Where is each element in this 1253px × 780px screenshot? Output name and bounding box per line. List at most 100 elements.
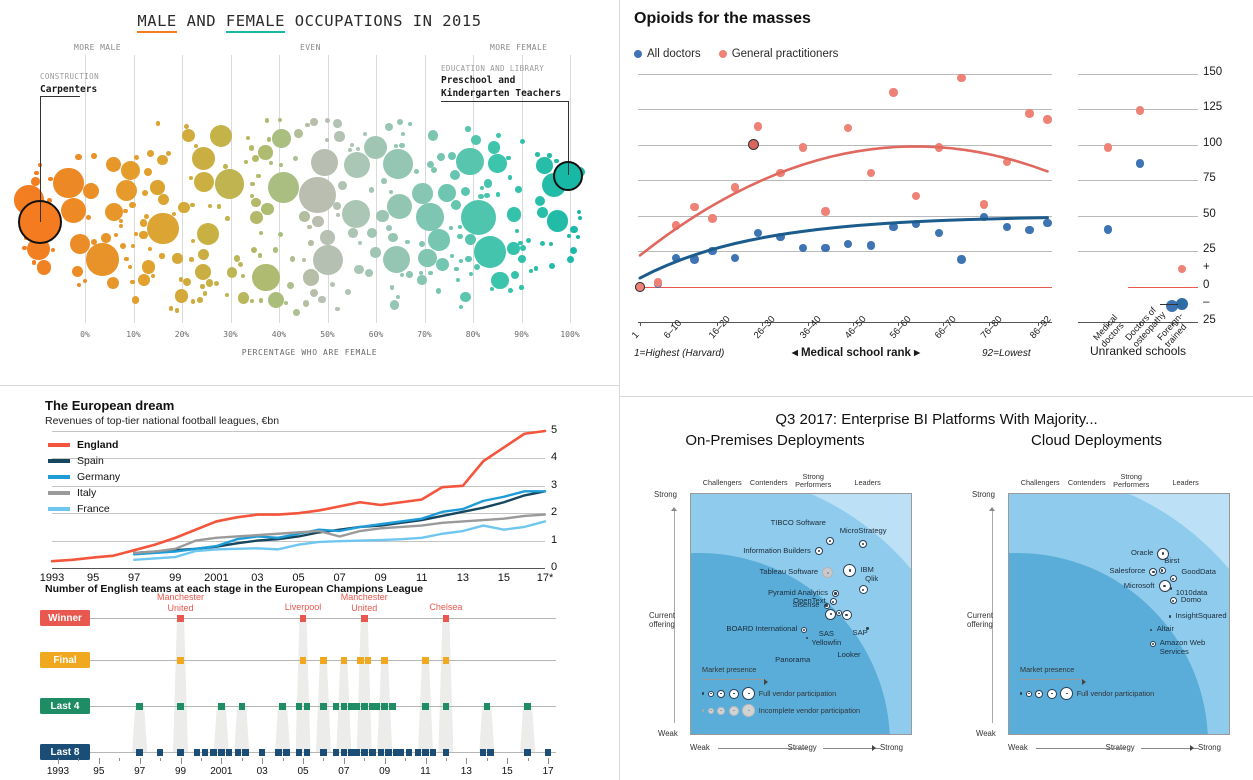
occupation-bubble bbox=[200, 284, 205, 289]
occupation-bubble bbox=[400, 272, 405, 277]
vendor-bubble[interactable] bbox=[831, 589, 839, 597]
legend-size-dot bbox=[702, 692, 705, 695]
x-tick-label: 50% bbox=[320, 330, 335, 339]
stage-x-label: 17 bbox=[542, 766, 554, 777]
point-gps bbox=[889, 88, 898, 97]
winner-team-label: Chelsea bbox=[429, 602, 463, 612]
occupation-bubble bbox=[510, 270, 520, 279]
stage-marker bbox=[201, 748, 209, 756]
occupation-bubble bbox=[312, 215, 324, 228]
grid-line bbox=[638, 251, 1052, 253]
occupation-bubble bbox=[376, 209, 389, 222]
point-all-doctors bbox=[672, 254, 681, 263]
x-tick-label: 36–40 bbox=[797, 314, 824, 341]
vendor-bubble[interactable] bbox=[1158, 566, 1166, 574]
vendor-bubble[interactable] bbox=[841, 610, 852, 621]
occupation-bubble bbox=[566, 256, 574, 264]
vendor-label: Domo bbox=[1180, 595, 1202, 605]
vendor-dot[interactable] bbox=[1169, 587, 1172, 590]
occupation-bubble bbox=[124, 256, 129, 261]
point-gps bbox=[934, 143, 943, 152]
occupation-bubble bbox=[419, 241, 425, 247]
occupation-bubble bbox=[578, 216, 583, 221]
vendor-bubble[interactable] bbox=[1158, 580, 1171, 593]
occupation-bubble bbox=[155, 121, 160, 126]
grid-line-right bbox=[1078, 144, 1198, 146]
occupation-bubble bbox=[310, 118, 318, 126]
vendor-label: Tableau Software bbox=[759, 567, 819, 577]
stage-x-tick bbox=[486, 758, 488, 761]
legend-size-label: Full vendor participation bbox=[758, 689, 837, 698]
progress-funnel bbox=[356, 618, 372, 752]
vendor-bubble[interactable] bbox=[823, 602, 830, 609]
progress-funnel bbox=[275, 706, 291, 752]
occupation-bubble bbox=[144, 168, 153, 176]
occupation-bubble bbox=[182, 129, 196, 143]
quadrant-cloud: Challengers Contenders Strong Performers Lea… bbox=[950, 471, 1240, 771]
bubble-chart-panel: MALE AND FEMALE OCCUPATIONS IN 2015 MORE… bbox=[0, 0, 619, 385]
vendor-label: GoodData bbox=[1181, 566, 1216, 576]
unranked-point-all-doctors bbox=[1135, 158, 1145, 168]
stage-x-label: 11 bbox=[420, 766, 431, 777]
occupation-bubble bbox=[396, 118, 403, 125]
vendor-bubble[interactable] bbox=[859, 539, 868, 548]
occupation-bubble bbox=[36, 260, 52, 275]
stage-marker bbox=[369, 748, 377, 756]
stage-marker bbox=[193, 748, 201, 756]
x-tick-label: 1 bbox=[629, 329, 642, 341]
x-tick-label: 11 bbox=[416, 572, 428, 584]
point-gps bbox=[653, 278, 663, 287]
stage-marker bbox=[422, 702, 429, 710]
occupation-bubble bbox=[259, 230, 264, 235]
stage-x-label: 99 bbox=[174, 766, 187, 777]
legend-size-circle bbox=[1025, 690, 1032, 697]
vendor-bubble[interactable] bbox=[1169, 597, 1177, 605]
segment-label-challengers: Challengers bbox=[702, 478, 742, 487]
vendor-dot[interactable] bbox=[1168, 615, 1172, 618]
point-gps bbox=[730, 183, 740, 192]
occupation-bubble bbox=[298, 210, 310, 222]
stage-x-tick bbox=[221, 758, 223, 764]
occupation-bubble bbox=[120, 160, 140, 181]
vendor-bubble[interactable] bbox=[1149, 641, 1156, 648]
stage-marker bbox=[177, 614, 184, 622]
stage-label-final: Final bbox=[40, 652, 90, 668]
occupation-bubble bbox=[364, 136, 388, 160]
vendor-bubble[interactable] bbox=[814, 547, 823, 556]
occupation-bubble bbox=[105, 157, 122, 173]
foot-lowest: 92=Lowest bbox=[982, 348, 1031, 359]
x-tick-label: 40% bbox=[271, 330, 287, 339]
legend-size-circle bbox=[728, 705, 739, 716]
occupation-bubble bbox=[197, 297, 203, 303]
occupation-bubble bbox=[157, 154, 168, 166]
y-sign-plus: + bbox=[1203, 260, 1210, 273]
vendor-dot[interactable] bbox=[866, 627, 869, 630]
occupation-bubble bbox=[343, 151, 371, 179]
occupation-bubble bbox=[450, 253, 455, 258]
occupation-bubble bbox=[313, 245, 344, 276]
stage-x-tick bbox=[364, 758, 366, 761]
stage-marker bbox=[397, 748, 405, 756]
occupation-bubble bbox=[150, 274, 155, 279]
stage-x-tick bbox=[343, 758, 345, 764]
point-gps bbox=[957, 74, 966, 83]
occupation-bubble bbox=[104, 202, 123, 221]
occupation-bubble bbox=[577, 210, 582, 215]
stage-x-tick bbox=[405, 758, 407, 761]
legend-item-gps: General practitioners bbox=[718, 48, 838, 60]
x-axis-weak-label: Weak bbox=[1008, 743, 1028, 752]
x-tick-label: 20% bbox=[174, 330, 190, 339]
occupation-bubble bbox=[141, 189, 148, 196]
progress-funnel bbox=[132, 706, 148, 752]
vendor-bubble[interactable] bbox=[858, 585, 868, 595]
occupation-bubble bbox=[307, 224, 312, 230]
y-axis-strong-label: Strong bbox=[654, 490, 677, 499]
stage-x-tick bbox=[78, 758, 80, 761]
point-all-doctors bbox=[911, 220, 921, 229]
vendor-bubble[interactable] bbox=[825, 608, 837, 620]
occupation-bubble bbox=[459, 259, 464, 264]
occupation-bubble bbox=[345, 289, 352, 296]
legend-label: France bbox=[77, 503, 110, 515]
x-axis-arrow-tip bbox=[872, 745, 876, 751]
occupation-bubble bbox=[106, 276, 120, 290]
